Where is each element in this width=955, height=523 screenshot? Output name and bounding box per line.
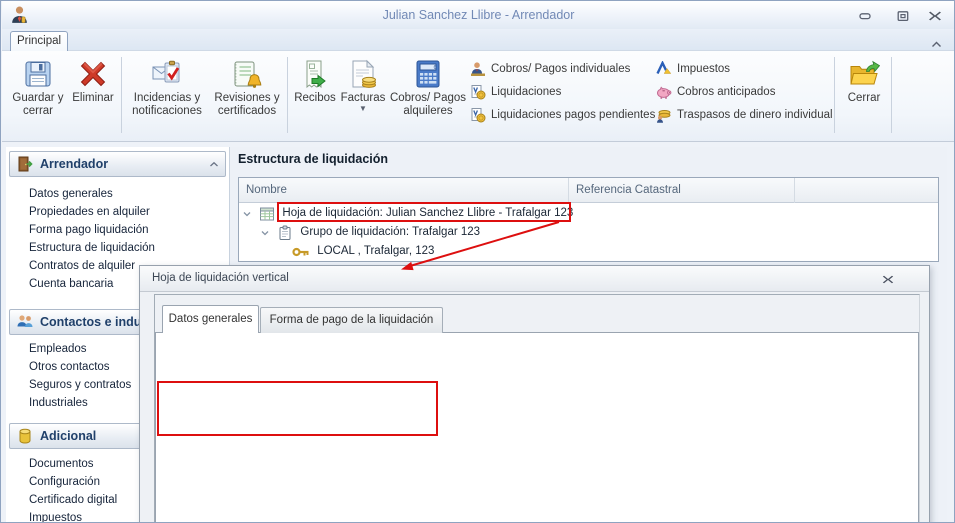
key-icon xyxy=(292,247,309,256)
individual-payments-button[interactable]: Cobros/ Pagos individuales xyxy=(470,59,630,79)
tab-datos-generales[interactable]: Datos generales xyxy=(162,305,259,333)
incidents-notifications-button[interactable]: Incidencias y notificaciones xyxy=(126,55,208,137)
liquidation-sheet-dialog: Hoja de liquidación vertical Forma de pa… xyxy=(139,265,930,522)
ribbon-separator xyxy=(891,57,892,133)
envelope-check-icon xyxy=(151,58,183,90)
tree-row-label: LOCAL , Trafalgar, 123 xyxy=(317,245,435,257)
ribbon-separator xyxy=(287,57,288,133)
page-title: Estructura de liquidación xyxy=(238,152,389,166)
people-icon xyxy=(17,315,33,327)
database-cylinder-icon xyxy=(19,428,31,444)
delete-button[interactable]: Eliminar xyxy=(68,55,118,137)
calculator-icon: 0 xyxy=(412,58,444,90)
tab-forma-de-pago[interactable]: Forma de pago de la liquidación xyxy=(260,307,443,333)
taxes-button[interactable]: Impuestos xyxy=(656,59,730,79)
ribbon: Guardar y cerrar Eliminar Incidencias y … xyxy=(2,51,954,187)
notepad-bell-icon xyxy=(231,58,263,90)
app-window: Julian Sanchez Llibre - Arrendador Princ… xyxy=(0,0,955,523)
column-header-nombre[interactable]: Nombre xyxy=(239,178,569,203)
dialog-close-icon[interactable] xyxy=(879,272,897,286)
restore-button[interactable] xyxy=(892,8,914,23)
door-icon xyxy=(18,156,33,172)
small-button-label: Liquidaciones xyxy=(491,86,562,98)
minimize-button[interactable] xyxy=(854,8,876,23)
receipt-icon xyxy=(299,58,331,90)
sidebar-item-propiedades[interactable]: Propiedades en alquiler xyxy=(29,203,150,221)
titlebar: Julian Sanchez Llibre - Arrendador xyxy=(2,1,954,29)
sidebar-item-configuracion[interactable]: Configuración xyxy=(29,473,100,491)
invoice-coins-icon xyxy=(347,58,379,90)
tree-row-grupo[interactable]: Grupo de liquidación: Trafalgar 123 xyxy=(260,223,480,242)
small-button-label: Cobros anticipados xyxy=(677,86,776,98)
sidebar-section-arrendador[interactable]: Arrendador xyxy=(9,151,226,177)
sidebar-item-cuenta-bancaria[interactable]: Cuenta bancaria xyxy=(29,275,113,293)
sidebar-item-empleados[interactable]: Empleados xyxy=(29,340,87,358)
liquidation-sheet-icon xyxy=(260,207,275,220)
close-window-button[interactable] xyxy=(924,8,946,23)
column-header-blank xyxy=(795,178,937,203)
liquidation-sheet-coin-icon xyxy=(471,108,486,123)
small-button-label: Traspasos de dinero individual xyxy=(677,109,833,121)
chevron-down-icon[interactable] xyxy=(260,228,270,238)
ribbon-tab-row: Principal xyxy=(2,29,954,51)
close-folder-icon xyxy=(848,58,881,90)
tab-principal[interactable]: Principal xyxy=(10,31,68,51)
clipboard-icon xyxy=(279,225,291,240)
section-title: Adicional xyxy=(40,429,97,443)
section-title: Arrendador xyxy=(40,157,109,171)
sidebar-item-otros-contactos[interactable]: Otros contactos xyxy=(29,358,110,376)
small-button-label: Liquidaciones pagos pendientes xyxy=(491,109,656,121)
sidebar-item-seguros[interactable]: Seguros y contratos xyxy=(29,376,131,394)
tree-header-row: Nombre Referencia Catastral xyxy=(239,178,938,203)
sidebar-item-estructura-liquidacion[interactable]: Estructura de liquidación xyxy=(29,239,155,257)
individual-money-transfer-button[interactable]: Traspasos de dinero individual xyxy=(656,105,833,125)
save-and-close-button[interactable]: Guardar y cerrar xyxy=(10,55,66,137)
sidebar-item-datos-generales[interactable]: Datos generales xyxy=(29,185,113,203)
sidebar-item-contratos[interactable]: Contratos de alquiler xyxy=(29,257,135,275)
svg-text:0: 0 xyxy=(434,65,437,71)
sidebar-item-certificado[interactable]: Certificado digital xyxy=(29,491,117,509)
sidebar-item-forma-pago[interactable]: Forma pago liquidación xyxy=(29,221,149,239)
person-desk-icon xyxy=(471,62,485,76)
ribbon-separator xyxy=(834,57,835,133)
liquidation-sheet-coin-icon xyxy=(471,85,486,100)
delete-x-icon xyxy=(77,58,109,90)
close-button[interactable]: Cerrar xyxy=(838,55,890,137)
sidebar-item-documentos[interactable]: Documentos xyxy=(29,455,94,473)
facturas-dropdown-caret-icon: ▼ xyxy=(359,104,367,113)
small-button-label: Cobros/ Pagos individuales xyxy=(491,63,631,75)
sidebar-item-industriales[interactable]: Industriales xyxy=(29,394,88,412)
chevron-down-icon[interactable] xyxy=(242,209,252,219)
dialog-titlebar: Hoja de liquidación vertical xyxy=(140,266,929,292)
revisions-certificates-button[interactable]: Revisiones y certificados xyxy=(209,55,285,137)
annotation-highlight-box xyxy=(277,202,571,222)
chevron-up-icon[interactable] xyxy=(209,157,219,171)
annotation-highlight-box xyxy=(157,381,438,436)
tree-row-local[interactable]: LOCAL , Trafalgar, 123 xyxy=(292,242,434,261)
receipts-button[interactable]: Recibos xyxy=(292,55,338,137)
invoices-button[interactable]: Facturas ▼ xyxy=(340,55,386,137)
tax-agency-icon xyxy=(656,61,672,75)
advance-collections-button[interactable]: Cobros anticipados xyxy=(656,82,775,102)
dialog-title: Hoja de liquidación vertical xyxy=(152,272,289,284)
column-header-referencia[interactable]: Referencia Catastral xyxy=(569,178,795,203)
pending-liquidations-button[interactable]: Liquidaciones pagos pendientes xyxy=(470,105,655,125)
piggy-bank-icon xyxy=(657,86,672,99)
window-title: Julian Sanchez Llibre - Arrendador xyxy=(382,8,575,22)
sidebar-item-impuestos[interactable]: Impuestos xyxy=(29,509,82,522)
money-transfer-icon xyxy=(657,110,671,123)
save-icon xyxy=(22,58,54,90)
liquidations-button[interactable]: Liquidaciones xyxy=(470,82,561,102)
tree-row-label: Grupo de liquidación: Trafalgar 123 xyxy=(300,226,481,238)
ribbon-separator xyxy=(121,57,122,133)
small-button-label: Impuestos xyxy=(677,63,731,75)
rent-payments-button[interactable]: 0 Cobros/ Pagos alquileres xyxy=(388,55,468,137)
